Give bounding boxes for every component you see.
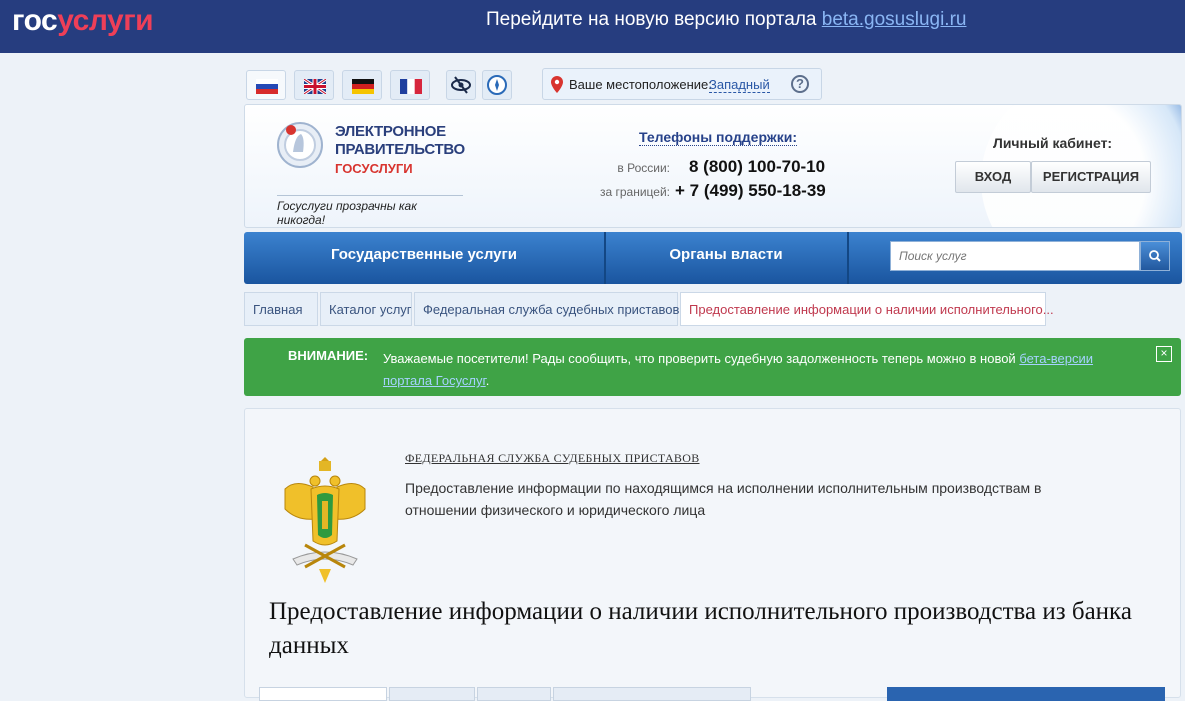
support-phones-title[interactable]: Телефоны поддержки: [639,129,798,146]
phone-abroad-label: за границей: [599,185,670,199]
logo-part-uslugi: услуги [57,4,154,37]
department-description: Предоставление информации по находящимся… [405,480,1042,518]
page-title: Предоставление информации о наличии испо… [269,598,1132,659]
slogan: Госуслуги прозрачны как никогда! [277,195,463,227]
attention-alert: ВНИМАНИЕ: Уважаемые посетители! Рады соо… [244,338,1181,396]
lang-fr-button[interactable] [390,70,430,100]
location-selector[interactable]: Ваше местоположение: Западный ? [542,68,822,100]
search-box [890,241,1141,271]
get-service-button[interactable] [887,687,1165,701]
tab[interactable] [553,687,751,701]
uk-flag-icon [304,79,326,94]
new-version-message: Перейдите на новую версию портала beta.g… [486,9,966,31]
site-header: ЭЛЕКТРОННОЕ ПРАВИТЕЛЬСТВО ГОСУСЛУГИ Госу… [244,104,1182,228]
beta-portal-link[interactable]: beta.gosuslugi.ru [822,9,967,30]
top-banner: госуслуги Перейдите на новую версию порт… [0,0,1185,53]
russia-flag-icon [256,79,278,94]
eye-crossed-icon [451,76,471,94]
register-button[interactable]: РЕГИСТРАЦИЯ [1031,161,1151,193]
login-button[interactable]: ВХОД [955,161,1031,193]
help-icon[interactable]: ? [791,75,809,93]
tab[interactable] [477,687,551,701]
france-flag-icon [400,79,422,94]
breadcrumb-department[interactable]: Федеральная служба судебных приставов [414,292,679,326]
alert-message: Уважаемые посетители! Рады сообщить, что… [383,348,1123,392]
accessibility-button[interactable] [446,70,476,100]
brand-gosuslugi: ГОСУСЛУГИ [335,161,413,176]
main-navigation: Государственные услуги Органы власти [244,232,1182,284]
alert-close-button[interactable]: × [1156,346,1172,362]
egov-emblem-icon[interactable] [275,118,325,176]
gosuslugi-logo[interactable]: госуслуги [12,1,154,41]
alert-text: Уважаемые посетители! Рады сообщить, что… [383,351,1020,366]
alert-tail: . [485,373,490,388]
tab[interactable] [259,687,387,701]
brand-line-1: ЭЛЕКТРОННОЕ [335,123,446,140]
phone-russia: 8 (800) 100-70-10 [689,157,826,176]
tab[interactable] [389,687,475,701]
nav-authorities[interactable]: Органы власти [606,232,846,284]
nav-services[interactable]: Государственные услуги [244,232,604,284]
breadcrumb-home[interactable]: Главная [244,292,318,326]
breadcrumb-current: Предоставление информации о наличии испо… [680,292,1054,326]
location-label: Ваше местоположение: [569,77,712,92]
location-pin-icon [551,76,563,93]
breadcrumb-catalog[interactable]: Каталог услуг [320,292,412,326]
lang-de-button[interactable] [342,70,382,100]
fssp-coat-of-arms-icon [284,457,366,583]
department-link[interactable]: ФЕДЕРАЛЬНАЯ СЛУЖБА СУДЕБНЫХ ПРИСТАВОВ [405,451,700,466]
search-button[interactable] [1140,241,1170,271]
location-value[interactable]: Западный [709,77,770,93]
lang-en-button[interactable] [294,70,334,100]
compass-icon [487,75,507,95]
nav-divider [847,232,849,284]
brand-line-2: ПРАВИТЕЛЬСТВО [335,141,465,158]
cabinet-title: Личный кабинет: [993,135,1113,151]
page-container: Ваше местоположение: Западный ? ЭЛЕКТРОН… [244,66,1182,701]
search-input[interactable] [891,242,1141,270]
logo-part-gos: гос [12,4,58,37]
service-content: ФЕДЕРАЛЬНАЯ СЛУЖБА СУДЕБНЫХ ПРИСТАВОВ Пр… [244,408,1181,701]
germany-flag-icon [352,79,374,94]
navigator-button[interactable] [482,70,512,100]
brand-title: ЭЛЕКТРОННОЕ ПРАВИТЕЛЬСТВО [335,123,465,159]
phone-abroad: + 7 (499) 550-18-39 [675,181,826,200]
lang-ru-button[interactable] [246,70,286,100]
search-icon [1149,250,1161,262]
alert-label: ВНИМАНИЕ: [288,348,369,363]
new-version-text: Перейдите на новую версию портала [486,9,817,30]
phone-russia-label: в России: [617,161,670,175]
support-phones-title-text: Телефоны поддержки [639,129,793,145]
